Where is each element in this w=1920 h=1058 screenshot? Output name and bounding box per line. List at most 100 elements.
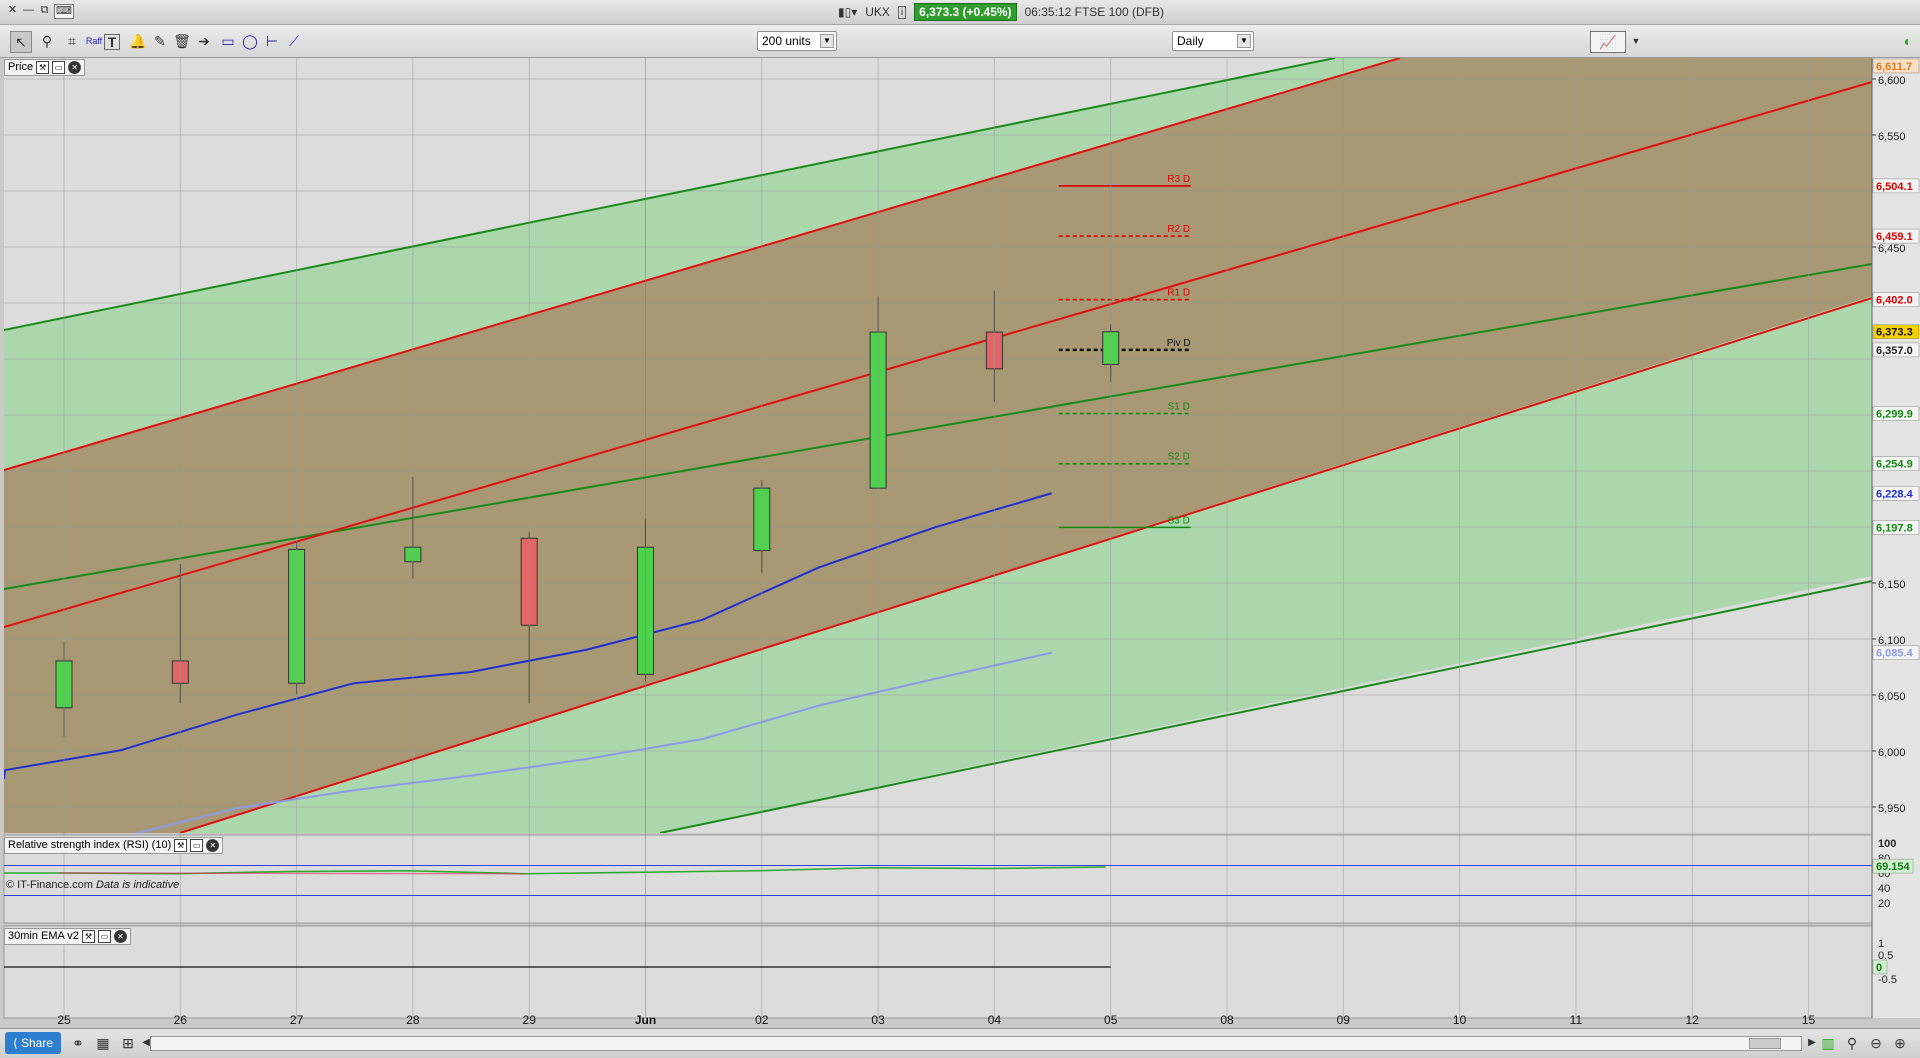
link-icon[interactable]: ⚭	[68, 1033, 88, 1053]
pivot-label-r3-d: R3 D	[1167, 174, 1190, 185]
x-axis-label: 27	[290, 1013, 304, 1027]
x-axis-label: 28	[406, 1013, 420, 1027]
rsi-axis-tick: 20	[1878, 898, 1890, 910]
zoom-out-icon[interactable]: ⊖	[1866, 1033, 1886, 1053]
wrench-icon[interactable]: ⚒	[81, 930, 95, 943]
ma-fast-value-tag: 6,228.4	[1876, 488, 1914, 500]
pivot-value-tag: 6,459.1	[1876, 231, 1913, 243]
zoom-tool-icon[interactable]: ⚲	[37, 31, 57, 51]
ema-axis-tick: -0.5	[1878, 974, 1897, 986]
bottom-bar: ⟨ Share ⚭ ▦ ⊞ ◀ ▶ ▥ ⚲ ⊖ ⊕	[0, 1028, 1920, 1058]
zoom-in-icon[interactable]: ⊕	[1890, 1033, 1910, 1053]
units-select[interactable]: 200 units ▼	[757, 31, 837, 51]
symbol-title: UKX	[865, 5, 890, 19]
x-axis-label: 04	[988, 1013, 1002, 1027]
pivot-value-tag: 6,504.1	[1876, 181, 1913, 193]
x-axis-label: 12	[1686, 1013, 1700, 1027]
x-axis-label: 10	[1453, 1013, 1467, 1027]
pivot-label-s2-d: S2 D	[1168, 452, 1190, 463]
rectangle-tool-icon[interactable]: ▭	[218, 31, 238, 51]
maximize-panel-icon[interactable]: ▭	[52, 61, 66, 74]
keyboard-icon[interactable]: ⌨	[54, 4, 74, 19]
info-icon[interactable]: i	[897, 5, 907, 19]
window-title-bar: ✕ — ⧉ ⌨ ▮▯▾ UKX i 6,373.3 (+0.45%) 06:35…	[0, 0, 1920, 25]
price-axis-tick: 6,050	[1878, 691, 1906, 703]
ema-panel-bg	[3, 925, 1873, 1019]
wrench-icon[interactable]: ⚒	[36, 61, 50, 74]
pivot-label-s1-d: S1 D	[1168, 402, 1190, 413]
minimize-window-icon[interactable]: —	[22, 4, 35, 17]
chart-settings-icon[interactable]: ▥	[1818, 1033, 1838, 1053]
horizontal-line-tool-icon[interactable]: ⊢	[262, 31, 282, 51]
units-select-value: 200 units	[762, 34, 811, 48]
calculator-icon[interactable]: ▦	[93, 1033, 113, 1053]
rsi-axis-tick: 40	[1878, 883, 1890, 895]
horizontal-scrollbar[interactable]	[150, 1036, 1802, 1051]
ema-panel-header: 30min EMA v2 ⚒ ▭ ✕	[4, 928, 131, 945]
rsi-panel-bg	[3, 834, 1873, 924]
trend-line-tool-icon[interactable]: ⟋	[284, 31, 304, 51]
trash-icon[interactable]: 🗑	[172, 31, 192, 51]
top-value-tag: 6,611.7	[1876, 61, 1912, 73]
arrow-tool-icon[interactable]: ➔	[194, 31, 214, 51]
ema-value-tag: 0	[1876, 962, 1882, 974]
interval-select[interactable]: Daily ▼	[1172, 31, 1254, 51]
ellipse-tool-icon[interactable]: ◯	[240, 31, 260, 51]
share-button[interactable]: ⟨ Share	[5, 1032, 61, 1054]
zoom-fit-icon[interactable]: ⚲	[1842, 1033, 1862, 1053]
time-instrument-title: 06:35:12 FTSE 100 (DFB)	[1024, 5, 1164, 19]
price-badge: 6,373.3 (+0.45%)	[914, 3, 1017, 21]
rsi-axis-tick: 100	[1878, 838, 1896, 850]
indicators-icon[interactable]: 📈	[1590, 31, 1626, 53]
data-credit: © IT-Finance.com Data is indicative	[6, 879, 179, 891]
last-price-tag: 6,373.3	[1876, 327, 1913, 339]
credit-note: Data is indicative	[96, 879, 180, 891]
chart-type-icon: ▮▯▾	[838, 5, 858, 19]
pivot-label-r2-d: R2 D	[1167, 224, 1190, 235]
pivot-value-tag: 6,254.9	[1876, 459, 1913, 471]
chart-area[interactable]: R3 D R2 D R1 D Piv D S1 D S2 D S3 D 6,600 6,550 6…	[0, 58, 1920, 1028]
x-axis-label: 03	[871, 1013, 885, 1027]
scroll-thumb[interactable]	[1749, 1038, 1781, 1049]
chart-svg[interactable]: R3 D R2 D R1 D Piv D S1 D S2 D S3 D 6,600 6,550 6…	[0, 58, 1920, 1028]
share-label: Share	[20, 1036, 54, 1050]
wrench-icon[interactable]: ⚒	[174, 839, 188, 852]
rsi-panel-label: Relative strength index (RSI) (10)	[8, 839, 172, 851]
x-axis-label: 08	[1220, 1013, 1234, 1027]
text-tool-icon[interactable]: T	[104, 34, 120, 50]
price-panel-header: Price ⚒ ▭ ✕	[4, 59, 86, 76]
x-axis-label: 09	[1337, 1013, 1351, 1027]
pivot-label-piv-d: Piv D	[1167, 338, 1191, 349]
pointer-tool-icon[interactable]: ↖	[10, 31, 32, 53]
close-panel-icon[interactable]: ✕	[68, 61, 82, 74]
x-axis-label: 29	[523, 1013, 537, 1027]
x-axis-label: Jun	[635, 1013, 656, 1027]
close-panel-icon[interactable]: ✕	[206, 839, 220, 852]
side-panel-icon[interactable]: ◐	[1898, 31, 1918, 51]
price-panel-label: Price	[8, 61, 34, 73]
price-axis-tick: 6,600	[1878, 75, 1906, 87]
price-axis-tick: 6,550	[1878, 131, 1906, 143]
raff-tool-icon[interactable]: Raff	[84, 31, 104, 51]
maximize-panel-icon[interactable]: ▭	[190, 839, 204, 852]
close-window-icon[interactable]: ✕	[6, 4, 19, 17]
price-axis-tick: 6,100	[1878, 635, 1906, 647]
ema-panel-label: 30min EMA v2	[8, 930, 79, 942]
pivot-value-tag: 6,402.0	[1876, 295, 1913, 307]
brush-tool-icon[interactable]: ✎	[150, 31, 170, 51]
rsi-down-segment	[58, 872, 525, 875]
layout-icon[interactable]: ⊞	[118, 1033, 138, 1053]
x-axis-label: 11	[1570, 1013, 1583, 1027]
alert-bell-icon[interactable]: 🔔	[128, 31, 148, 51]
chevron-down-icon: ▼	[1237, 34, 1251, 48]
restore-window-icon[interactable]: ⧉	[38, 4, 51, 17]
close-panel-icon[interactable]: ✕	[113, 930, 127, 943]
maximize-panel-icon[interactable]: ▭	[97, 930, 111, 943]
analysis-tool-icon[interactable]: ⌗	[62, 31, 82, 51]
x-axis-label: 02	[755, 1013, 769, 1027]
price-axis-tick: 5,950	[1878, 803, 1906, 815]
ema-axis-tick: 1	[1878, 938, 1884, 950]
indicators-menu-chevron-icon[interactable]: ▼	[1626, 31, 1646, 51]
drawing-toolbar: ↖ ⚲ ⌗ Raff T 🔔 ✎ 🗑 ➔ ▭ ◯ ⊢ ⟋ 200 units ▼…	[0, 25, 1920, 77]
ma-slow-value-tag: 6,085.4	[1876, 648, 1914, 660]
